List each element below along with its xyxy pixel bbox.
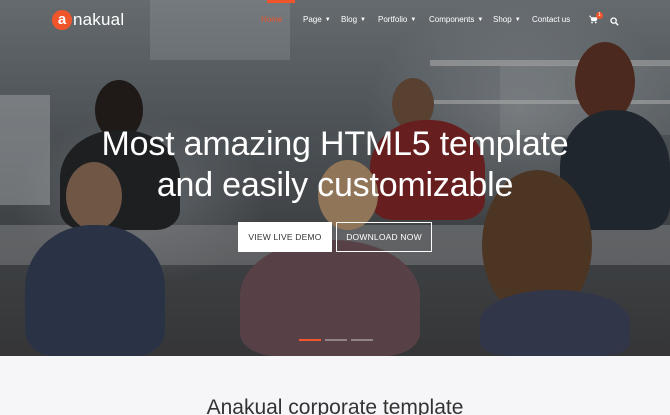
nav-item-label: Components <box>429 15 475 24</box>
hero-headline: Most amazing HTML5 template <box>101 125 569 163</box>
section-title: Anakual corporate template <box>206 396 464 415</box>
nav-item-page[interactable]: Page ▼ <box>303 15 341 24</box>
logo-text: nakual <box>73 10 125 29</box>
nav-item-label: Portfolio <box>378 15 408 24</box>
top-navbar: a nakual Home Page ▼ Blog ▼ Portfolio ▼ … <box>0 0 670 40</box>
download-now-button[interactable]: DOWNLOAD NOW <box>336 222 432 252</box>
chevron-down-icon: ▼ <box>410 16 417 23</box>
search-icon[interactable] <box>610 13 619 26</box>
slider-dot[interactable] <box>351 339 373 341</box>
slider-dot[interactable] <box>325 339 347 341</box>
slider-pagination <box>299 339 373 341</box>
slider-dot[interactable] <box>299 339 321 341</box>
nav-item-label: Shop <box>493 15 512 24</box>
chevron-down-icon: ▼ <box>514 16 521 23</box>
hero-subheadline: and easily customizable <box>156 166 514 204</box>
view-live-demo-button[interactable]: VIEW LIVE DEMO <box>238 222 332 252</box>
nav-item-label: Blog <box>341 15 358 24</box>
main-menu: Home Page ▼ Blog ▼ Portfolio ▼ Component… <box>261 15 582 24</box>
chevron-down-icon: ▼ <box>477 16 484 23</box>
nav-item-portfolio[interactable]: Portfolio ▼ <box>378 15 429 24</box>
active-nav-indicator <box>267 0 295 3</box>
nav-item-home[interactable]: Home <box>261 15 303 24</box>
chevron-down-icon: ▼ <box>324 16 331 23</box>
logo-mark: a <box>52 10 72 30</box>
nav-item-label: Page <box>303 15 322 24</box>
nav-item-components[interactable]: Components ▼ <box>429 15 493 24</box>
nav-item-shop[interactable]: Shop ▼ <box>493 15 532 24</box>
nav-item-blog[interactable]: Blog ▼ <box>341 15 378 24</box>
chevron-down-icon: ▼ <box>360 16 366 23</box>
cart-count-badge: 1 <box>596 12 603 19</box>
nav-item-contact[interactable]: Contact us <box>532 15 582 24</box>
nav-item-label: Home <box>261 15 283 24</box>
logo[interactable]: a nakual <box>52 10 124 30</box>
nav-item-label: Contact us <box>532 15 571 24</box>
